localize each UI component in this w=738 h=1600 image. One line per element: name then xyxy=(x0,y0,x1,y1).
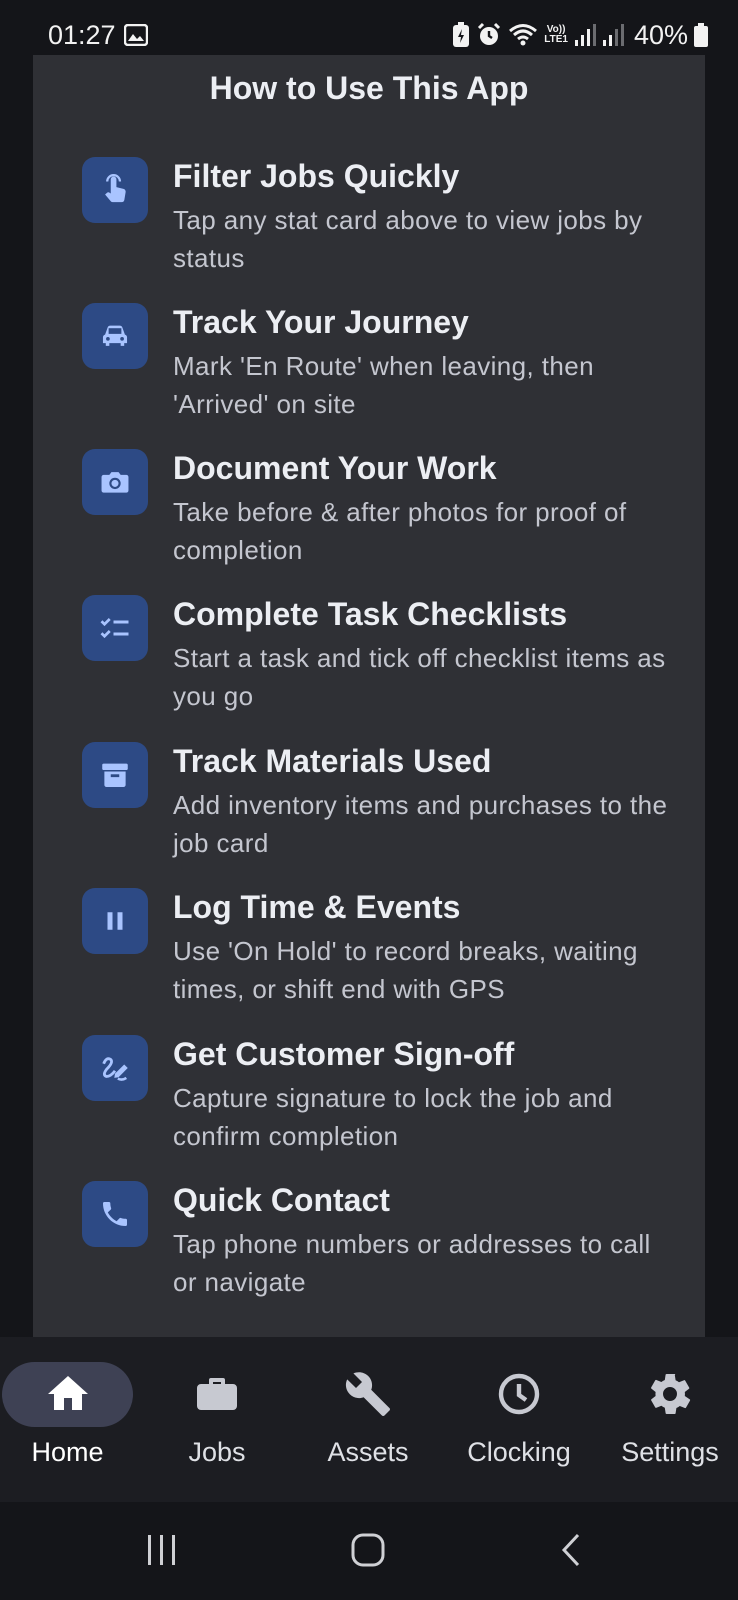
nav-clocking[interactable]: Clocking xyxy=(444,1337,594,1502)
battery-icon xyxy=(694,23,708,47)
checklist-icon xyxy=(82,595,148,661)
alarm-icon xyxy=(478,22,501,45)
archive-icon xyxy=(82,742,148,808)
tip-track-materials: Track Materials Used Add inventory items… xyxy=(33,742,705,882)
tip-description: Take before & after photos for proof of … xyxy=(173,497,627,565)
clock-icon xyxy=(498,1373,540,1415)
signal-strength-2-icon xyxy=(602,24,624,46)
recent-apps-icon[interactable] xyxy=(132,1526,192,1576)
home-button-icon[interactable] xyxy=(338,1526,398,1576)
tip-title: Log Time & Events xyxy=(173,889,461,925)
battery-saver-icon xyxy=(453,22,470,47)
nav-assets[interactable]: Assets xyxy=(293,1337,443,1502)
tip-title: Track Your Journey xyxy=(173,304,469,340)
nav-jobs[interactable]: Jobs xyxy=(142,1337,292,1502)
tip-title: Quick Contact xyxy=(173,1182,390,1218)
tip-description: Capture signature to lock the job and co… xyxy=(173,1083,613,1151)
camera-icon xyxy=(82,449,148,515)
gallery-notification-icon xyxy=(124,24,148,46)
bottom-navigation: Home Jobs Assets Clocking Settings xyxy=(0,1337,738,1502)
tip-track-journey: Track Your Journey Mark 'En Route' when … xyxy=(33,303,705,443)
nav-label: Home xyxy=(31,1437,104,1467)
tip-title: Filter Jobs Quickly xyxy=(173,158,460,194)
help-card: How to Use This App Filter Jobs Quickly … xyxy=(33,55,705,1337)
tip-description: Add inventory items and purchases to the… xyxy=(173,790,668,858)
status-indicators: Vo)) LTE1 40% xyxy=(452,18,708,52)
wrench-icon xyxy=(345,1372,390,1416)
nav-label: Settings xyxy=(621,1437,719,1467)
gear-icon xyxy=(651,1374,691,1414)
battery-percentage: 40% xyxy=(633,19,688,50)
nav-label: Jobs xyxy=(188,1437,246,1467)
tip-document-work: Document Your Work Take before & after p… xyxy=(33,449,705,589)
tip-description: Use 'On Hold' to record breaks, waiting … xyxy=(173,936,638,1004)
tip-title: Document Your Work xyxy=(173,450,497,486)
tip-log-time: Log Time & Events Use 'On Hold' to recor… xyxy=(33,888,705,1028)
nav-label: Clocking xyxy=(467,1437,571,1467)
tip-description: Start a task and tick off checklist item… xyxy=(173,643,666,711)
tip-title: Complete Task Checklists xyxy=(173,596,568,632)
volte-indicator: Vo)) LTE1 xyxy=(544,24,568,45)
home-icon xyxy=(47,1376,88,1410)
tip-description: Tap any stat card above to view jobs by … xyxy=(173,205,643,273)
briefcase-icon xyxy=(197,1378,237,1410)
signature-icon xyxy=(82,1035,148,1101)
status-time: 01:27 xyxy=(48,20,116,50)
tip-filter-jobs: Filter Jobs Quickly Tap any stat card ab… xyxy=(33,157,705,297)
tip-title: Track Materials Used xyxy=(173,743,492,779)
tip-quick-contact: Quick Contact Tap phone numbers or addre… xyxy=(33,1181,705,1321)
nav-settings[interactable]: Settings xyxy=(595,1337,738,1502)
tip-title: Get Customer Sign-off xyxy=(173,1036,515,1072)
car-icon xyxy=(82,303,148,369)
tip-task-checklists: Complete Task Checklists Start a task an… xyxy=(33,595,705,735)
tip-customer-signoff: Get Customer Sign-off Capture signature … xyxy=(33,1035,705,1175)
nav-home[interactable]: Home xyxy=(2,1337,133,1502)
nav-label: Assets xyxy=(327,1437,409,1467)
wifi-icon xyxy=(509,24,538,46)
help-title: How to Use This App xyxy=(209,70,529,106)
system-navigation-bar xyxy=(0,1502,738,1600)
phone-icon xyxy=(82,1181,148,1247)
tap-icon xyxy=(82,157,148,223)
back-icon[interactable] xyxy=(548,1526,608,1576)
pause-icon xyxy=(82,888,148,954)
tip-description: Tap phone numbers or addresses to call o… xyxy=(173,1229,651,1297)
signal-strength-icon xyxy=(574,24,596,46)
tip-description: Mark 'En Route' when leaving, then 'Arri… xyxy=(173,351,594,419)
